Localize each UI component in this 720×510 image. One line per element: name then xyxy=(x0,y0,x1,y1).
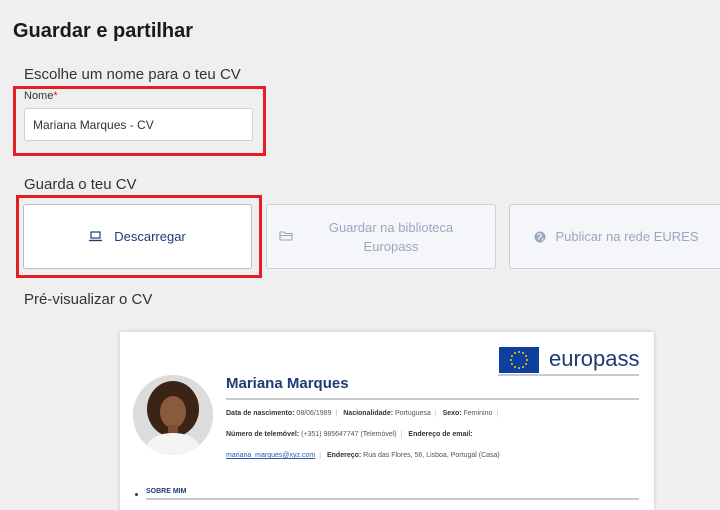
publish-eures-button[interactable]: Publicar na rede EURES xyxy=(509,204,720,269)
download-label: Descarregar xyxy=(114,229,186,244)
avatar xyxy=(133,375,213,455)
europass-logo: europass xyxy=(549,346,640,371)
save-to-library-label: Guardar na biblioteca Europass xyxy=(328,219,454,254)
download-button[interactable]: Descarregar xyxy=(23,204,252,269)
preview-section-label: Pré-visualizar o CV xyxy=(24,291,153,308)
eu-flag-icon xyxy=(499,347,539,373)
section-bullet xyxy=(135,493,138,496)
cv-info-line-3: mariana_marques@xyz.com | Endereço: Rua d… xyxy=(226,452,500,459)
save-section-label: Guarda o teu CV xyxy=(24,176,137,193)
folder-icon xyxy=(279,230,293,241)
cv-info-line-1: Data de nascimento: 08/06/1989 | Nacional… xyxy=(226,410,499,417)
cv-email-link: mariana_marques@xyz.com xyxy=(226,452,316,459)
cv-info-line-2: Número de telemóvel: (+351) 985647747 (T… xyxy=(226,431,473,438)
page-title: Guardar e partilhar xyxy=(13,20,194,42)
publish-eures-label: Publicar na rede EURES xyxy=(555,229,699,244)
save-to-library-button[interactable]: Guardar na biblioteca Europass xyxy=(266,204,496,269)
name-field-label: Nome* xyxy=(24,90,58,102)
cv-person-name: Mariana Marques xyxy=(226,375,349,392)
cv-section-about: SOBRE MIM xyxy=(146,488,187,495)
name-divider xyxy=(226,398,639,400)
brand-divider xyxy=(498,374,639,376)
section-divider xyxy=(146,498,639,500)
laptop-icon xyxy=(89,231,103,242)
globe-icon xyxy=(534,231,546,243)
required-marker: * xyxy=(53,90,58,102)
cv-name-input[interactable] xyxy=(24,108,253,141)
name-section-label: Escolhe um nome para o teu CV xyxy=(24,66,241,83)
